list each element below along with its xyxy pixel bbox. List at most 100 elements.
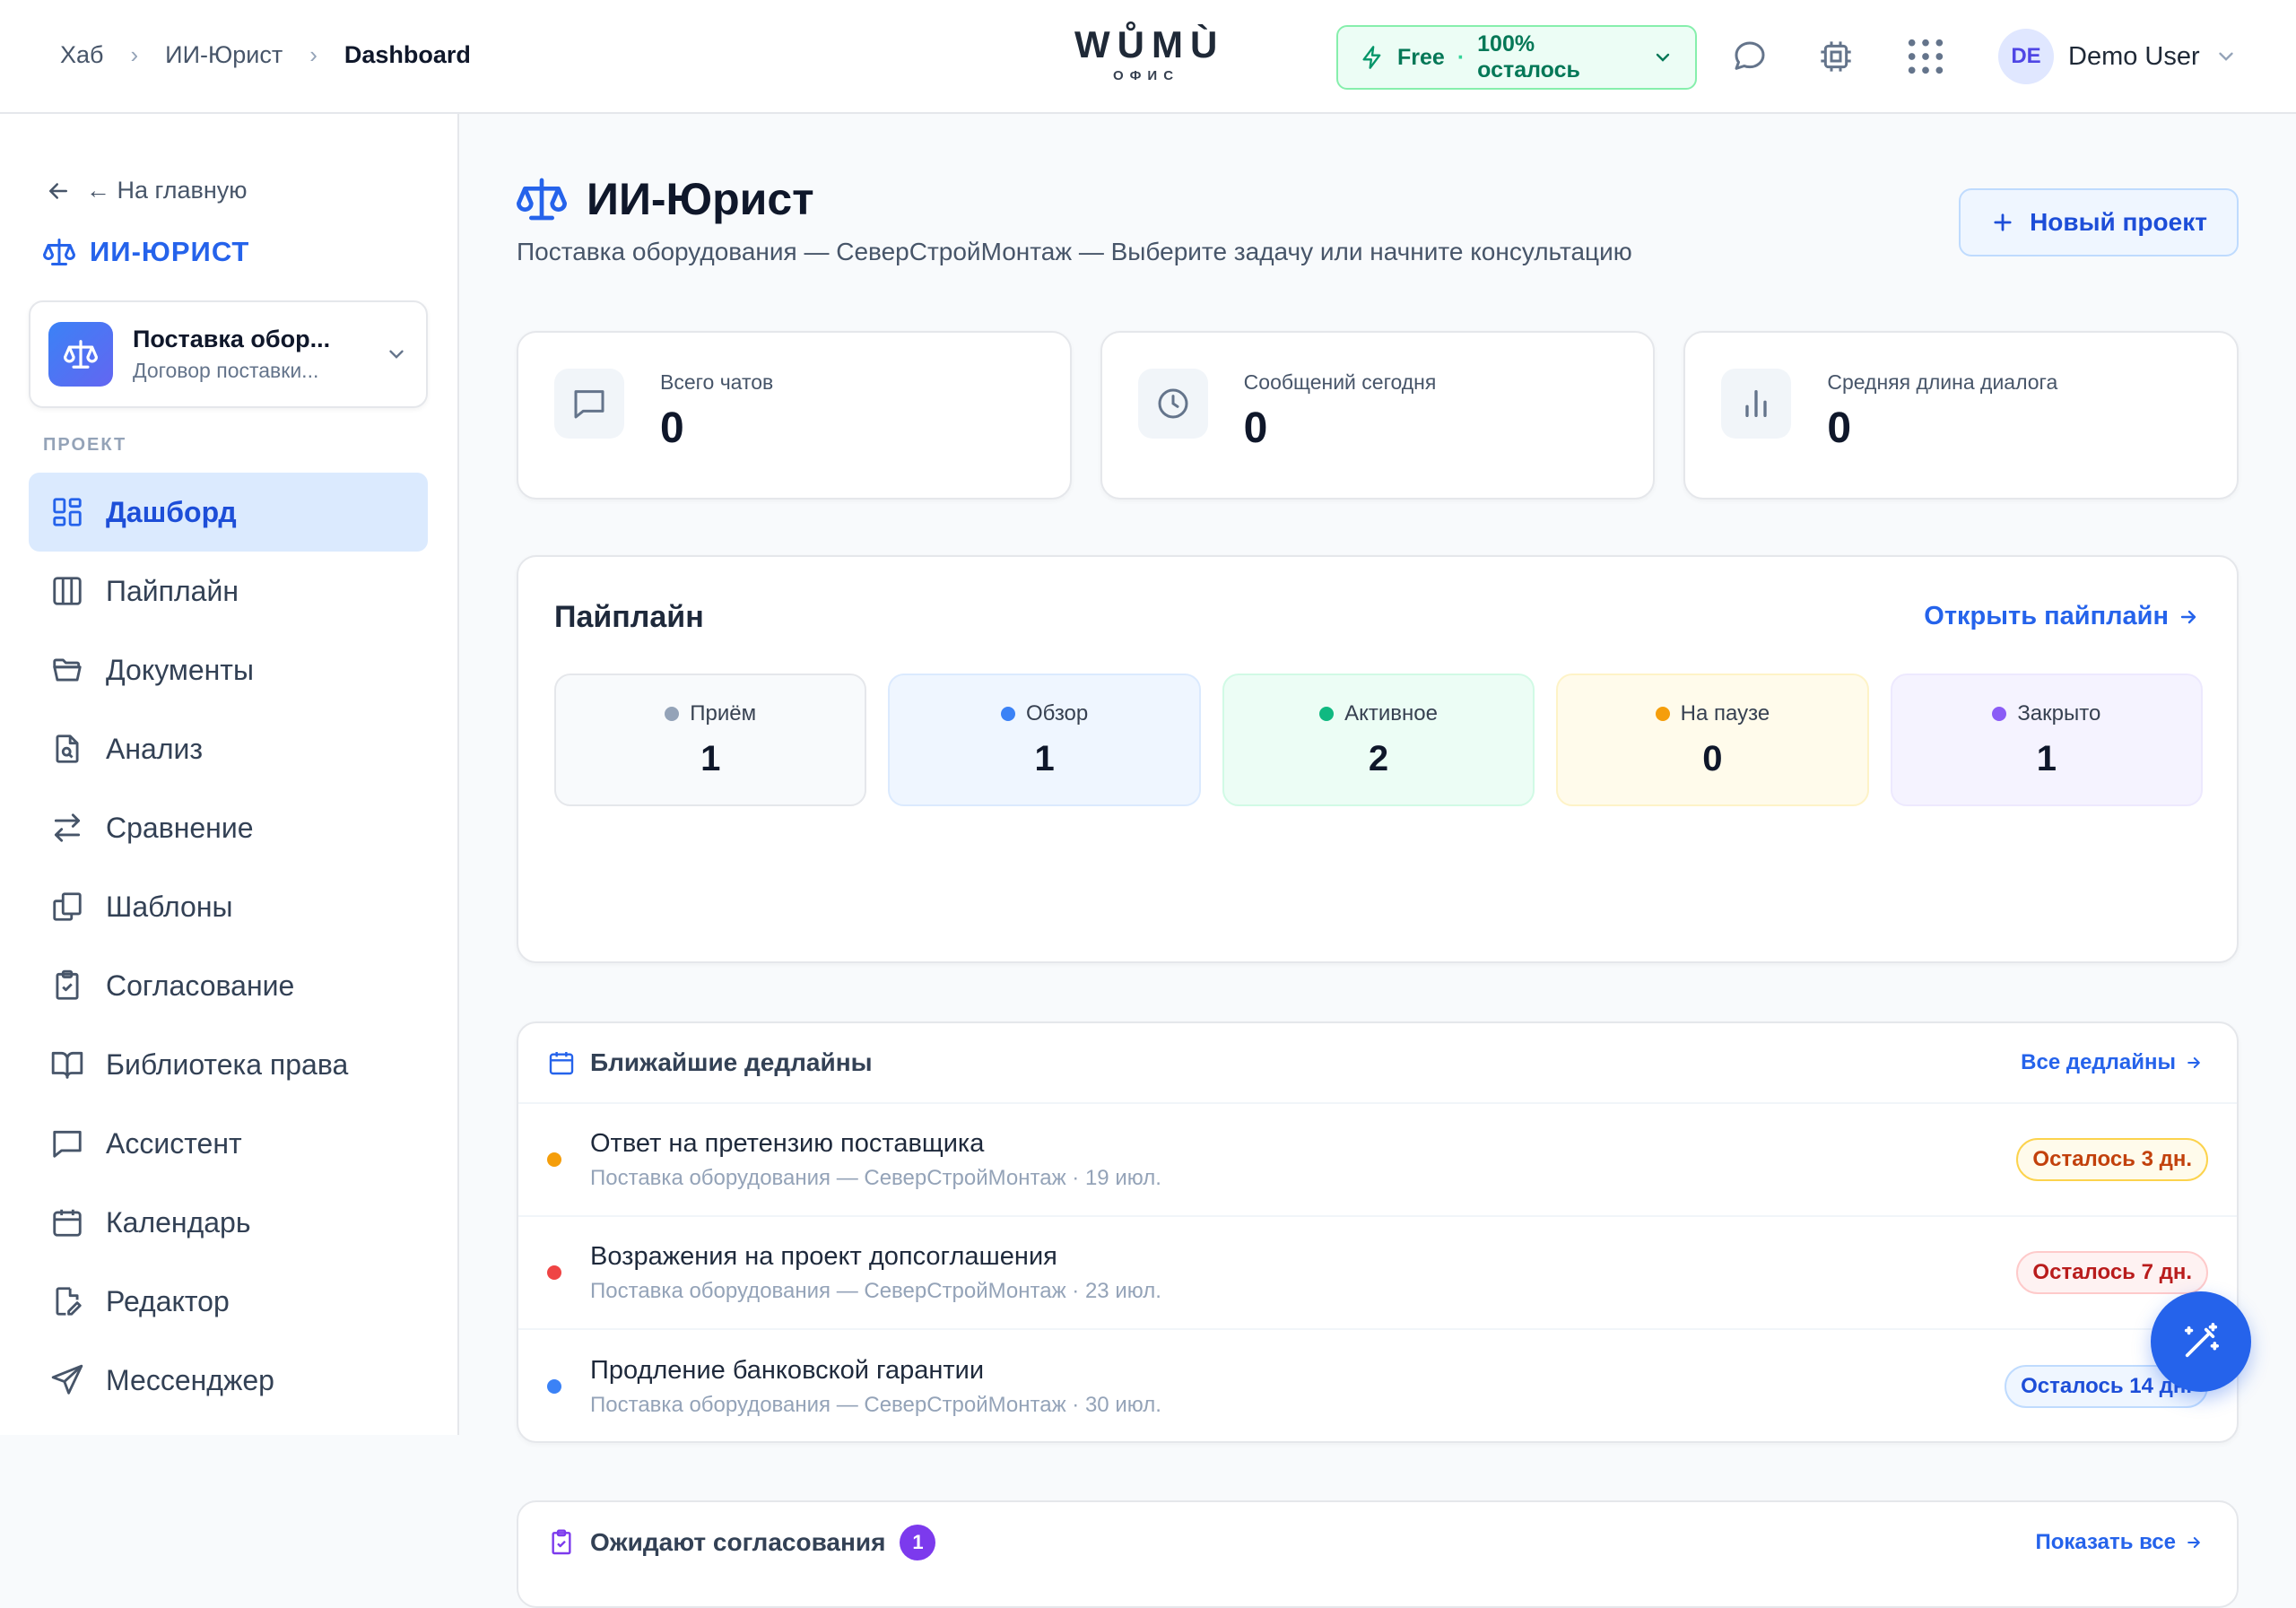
deadlines-title: Ближайшие дедлайны <box>590 1048 873 1076</box>
sidebar: ← На главную ИИ-ЮРИСТ Поставка обор... Д… <box>0 114 459 1435</box>
page-header: ИИ-Юрист <box>517 173 814 225</box>
stage-dot <box>1992 706 2007 721</box>
plan-badge[interactable]: Free · 100% осталось <box>1336 25 1697 90</box>
pipeline-stage-review[interactable]: Обзор 1 <box>888 674 1201 806</box>
stage-count: 1 <box>2036 738 2057 778</box>
stat-card-total-chats: Всего чатов 0 <box>517 331 1072 500</box>
user-name: Demo User <box>2068 41 2200 71</box>
logo[interactable]: WŮMÙ ОФИС <box>1074 23 1218 83</box>
user-menu[interactable]: DE Demo User <box>1998 29 2238 84</box>
stat-value: 0 <box>660 404 684 452</box>
sidebar-item-label: Библиотека права <box>106 1047 349 1081</box>
sidebar-item-approval[interactable]: Согласование <box>29 946 428 1025</box>
cpu-icon[interactable] <box>1815 36 1857 77</box>
deadline-badge: Осталось 7 дн. <box>2016 1251 2208 1294</box>
breadcrumb: Хаб › ИИ-Юрист › Dashboard <box>60 41 471 69</box>
sidebar-item-editor[interactable]: Редактор <box>29 1262 428 1341</box>
stage-label: Активное <box>1344 700 1438 726</box>
deadline-name: Возражения на проект допсоглашения <box>590 1241 1057 1271</box>
copy-icon <box>50 890 84 924</box>
main-content: ИИ-Юрист Поставка оборудования — СеверСт… <box>461 114 2296 1608</box>
stat-value: 0 <box>1827 404 1852 452</box>
deadline-row[interactable]: Возражения на проект допсоглашения Поста… <box>518 1217 2237 1330</box>
breadcrumb-item-ai-lawyer[interactable]: ИИ-Юрист <box>165 41 283 69</box>
stage-count: 0 <box>1702 738 1723 778</box>
project-selector[interactable]: Поставка обор... Договор поставки... <box>29 300 428 408</box>
scales-icon <box>48 322 113 387</box>
apps-grid-icon[interactable] <box>1905 36 1946 77</box>
page-title: ИИ-Юрист <box>587 174 814 224</box>
open-pipeline-link[interactable]: Открыть пайплайн <box>1924 602 2199 631</box>
sidebar-item-analysis[interactable]: Анализ <box>29 709 428 788</box>
deadline-meta: Поставка оборудования — СеверСтройМонтаж… <box>590 1392 1161 1417</box>
deadlines-panel: Ближайшие дедлайны Все дедлайны Ответ на… <box>517 1021 2239 1443</box>
sidebar-item-label: Согласование <box>106 969 295 1002</box>
arrows-swap-icon <box>50 811 84 845</box>
new-project-label: Новый проект <box>2030 208 2207 236</box>
stage-dot <box>1655 706 1670 721</box>
magic-wand-icon <box>2180 1321 2222 1362</box>
pipeline-stage-paused[interactable]: На паузе 0 <box>1556 674 1869 806</box>
stat-value: 0 <box>1243 404 1268 452</box>
sidebar-item-label: Пайплайн <box>106 574 239 607</box>
pipeline-panel: Пайплайн Открыть пайплайн Приём 1 Обзор … <box>517 555 2239 963</box>
deadline-dot <box>547 1379 561 1394</box>
stat-label: Средняя длина диалога <box>1827 370 2058 394</box>
plus-icon <box>1990 210 2015 235</box>
arrow-right-icon <box>2185 1534 2203 1552</box>
sidebar-nav: Дашборд Пайплайн Документы Анализ Сравне… <box>29 473 428 1420</box>
file-search-icon <box>50 732 84 766</box>
deadline-row[interactable]: Продление банковской гарантии Поставка о… <box>518 1330 2237 1441</box>
pipeline-stage-closed[interactable]: Закрыто 1 <box>1890 674 2204 806</box>
sidebar-item-comparison[interactable]: Сравнение <box>29 788 428 867</box>
approvals-header: Ожидают согласования 1 Показать все <box>518 1502 2237 1583</box>
deadline-badge: Осталось 3 дн. <box>2016 1138 2208 1181</box>
deadline-dot <box>547 1265 561 1280</box>
page-subtitle: Поставка оборудования — СеверСтройМонтаж… <box>517 238 1632 265</box>
stage-dot <box>665 706 680 721</box>
avatar: DE <box>1998 29 2054 84</box>
sidebar-item-law-library[interactable]: Библиотека права <box>29 1025 428 1104</box>
sidebar-item-templates[interactable]: Шаблоны <box>29 867 428 946</box>
sidebar-item-documents[interactable]: Документы <box>29 630 428 709</box>
deadline-dot <box>547 1152 561 1167</box>
clipboard-check-icon <box>50 969 84 1003</box>
breadcrumb-current: Dashboard <box>344 41 471 68</box>
pipeline-stage-active[interactable]: Активное 2 <box>1222 674 1535 806</box>
sidebar-item-messenger[interactable]: Мессенджер <box>29 1341 428 1420</box>
new-project-button[interactable]: Новый проект <box>1959 188 2239 256</box>
deadlines-header: Ближайшие дедлайны Все дедлайны <box>518 1023 2237 1104</box>
stage-count: 1 <box>1034 738 1055 778</box>
pipeline-stages: Приём 1 Обзор 1 Активное 2 На паузе 0 За… <box>554 674 2204 806</box>
section-title-label: ИИ-ЮРИСТ <box>90 236 250 267</box>
stage-label: Обзор <box>1025 700 1089 726</box>
sidebar-item-assistant[interactable]: Ассистент <box>29 1104 428 1183</box>
sidebar-item-pipeline[interactable]: Пайплайн <box>29 552 428 630</box>
all-deadlines-label: Все дедлайны <box>2021 1050 2176 1074</box>
pipeline-stage-intake[interactable]: Приём 1 <box>554 674 867 806</box>
breadcrumb-item-hub[interactable]: Хаб <box>60 41 104 69</box>
back-to-home-link[interactable]: ← На главную <box>45 177 248 204</box>
stat-card-avg-dialog-length: Средняя длина диалога 0 <box>1683 331 2239 500</box>
chevron-down-icon <box>2214 45 2238 68</box>
chat-icon <box>554 369 624 439</box>
section-title: ИИ-ЮРИСТ <box>43 236 249 268</box>
deadline-row[interactable]: Ответ на претензию поставщика Поставка о… <box>518 1104 2237 1217</box>
top-bar: Хаб › ИИ-Юрист › Dashboard WŮMÙ ОФИС Fre… <box>0 0 2296 114</box>
stage-dot <box>1319 706 1335 721</box>
approvals-title: Ожидают согласования <box>590 1528 886 1556</box>
clipboard-check-icon <box>547 1528 576 1557</box>
show-all-approvals-link[interactable]: Показать все <box>2035 1530 2203 1555</box>
sidebar-item-label: Сравнение <box>106 811 254 844</box>
deadline-meta: Поставка оборудования — СеверСтройМонтаж… <box>590 1278 1161 1303</box>
chat-icon <box>50 1126 84 1160</box>
stage-label: Закрыто <box>2017 700 2101 726</box>
folder-icon <box>50 653 84 687</box>
book-icon <box>50 1047 84 1082</box>
sidebar-item-label: Анализ <box>106 732 204 765</box>
chat-icon[interactable] <box>1729 36 1770 77</box>
sidebar-item-dashboard[interactable]: Дашборд <box>29 473 428 552</box>
all-deadlines-link[interactable]: Все дедлайны <box>2021 1050 2203 1075</box>
sidebar-item-calendar[interactable]: Календарь <box>29 1183 428 1262</box>
magic-wand-button[interactable] <box>2151 1291 2251 1392</box>
